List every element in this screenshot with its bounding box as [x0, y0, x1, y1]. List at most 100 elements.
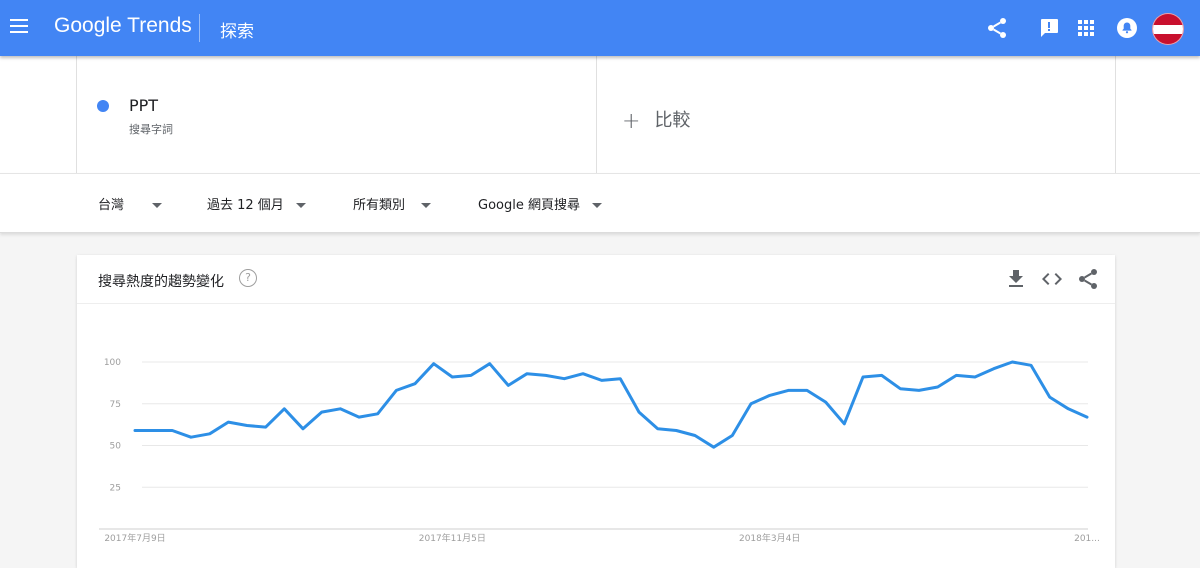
data-point[interactable] [972, 374, 978, 380]
data-point[interactable] [337, 406, 343, 412]
page-title: 探索 [220, 22, 254, 42]
data-point[interactable] [561, 376, 567, 382]
data-point[interactable] [953, 372, 959, 378]
x-tick-label: 2017年11月5日 [419, 532, 486, 544]
data-point[interactable] [580, 371, 586, 377]
card-title: 搜尋熱度的趨勢變化 [98, 274, 224, 290]
data-point[interactable] [897, 386, 903, 392]
data-point[interactable] [487, 361, 493, 367]
data-point[interactable] [169, 427, 175, 433]
trend-line-chart[interactable]: 25 50 75 100 2017年7月9日 2017年11月5日 2018年3月4日 201… [77, 303, 1115, 568]
region-value: 台灣 [98, 198, 125, 213]
data-point[interactable] [991, 366, 997, 372]
data-point[interactable] [841, 421, 847, 427]
data-point[interactable] [188, 434, 194, 440]
series-color-dot [97, 100, 109, 112]
apps-icon[interactable] [1074, 16, 1098, 40]
share-icon[interactable] [1076, 267, 1100, 291]
download-icon[interactable] [1004, 267, 1028, 291]
data-point[interactable] [393, 387, 399, 393]
series-line-ppt[interactable] [133, 360, 1089, 449]
data-point[interactable] [823, 399, 829, 405]
search-term-name[interactable]: PPT [129, 96, 158, 115]
help-icon[interactable]: ? [239, 269, 257, 287]
chevron-down-icon [152, 203, 163, 208]
data-point[interactable] [636, 409, 642, 415]
data-point[interactable] [431, 361, 437, 367]
plus-icon: + [622, 109, 641, 134]
search-type-dropdown[interactable]: Google 網頁搜尋 [478, 194, 603, 213]
data-point[interactable] [767, 392, 773, 398]
y-tick-label: 75 [110, 400, 121, 410]
category-dropdown[interactable]: 所有類別 [353, 194, 432, 213]
data-point[interactable] [785, 387, 791, 393]
y-tick-label: 25 [110, 483, 121, 493]
search-term-card: PPT 搜尋字詞 + 比較 [76, 56, 1116, 173]
data-point[interactable] [449, 374, 455, 380]
chevron-down-icon [421, 203, 432, 208]
data-point[interactable] [879, 372, 885, 378]
notifications-icon[interactable] [1115, 16, 1139, 40]
chevron-down-icon [592, 203, 603, 208]
region-dropdown[interactable]: 台灣 [98, 194, 163, 213]
feedback-icon[interactable] [1037, 16, 1061, 40]
chevron-down-icon [295, 203, 306, 208]
data-point[interactable] [711, 444, 717, 450]
data-point[interactable] [692, 432, 698, 438]
embed-icon[interactable] [1040, 267, 1064, 291]
data-point[interactable] [1047, 394, 1053, 400]
data-point[interactable] [617, 376, 623, 382]
search-term-panel: PPT 搜尋字詞 + 比較 [0, 56, 1200, 173]
data-point[interactable] [412, 381, 418, 387]
filter-bar: 台灣 過去 12 個月 所有類別 Google 網頁搜尋 [0, 173, 1200, 233]
data-point[interactable] [655, 426, 661, 432]
term-divider [596, 56, 597, 173]
category-value: 所有類別 [353, 198, 406, 213]
data-point[interactable] [356, 414, 362, 420]
y-tick-label: 100 [104, 358, 121, 368]
data-point[interactable] [599, 377, 605, 383]
account-avatar[interactable] [1152, 13, 1184, 45]
data-point[interactable] [319, 409, 325, 415]
data-point[interactable] [729, 432, 735, 438]
data-point[interactable] [300, 426, 306, 432]
compare-label: 比較 [654, 110, 691, 131]
data-point[interactable] [916, 387, 922, 393]
header-divider [199, 14, 200, 42]
compare-button[interactable]: + 比較 [622, 106, 690, 134]
x-tick-label: 2018年3月4日 [739, 532, 800, 544]
data-point[interactable] [935, 384, 941, 390]
data-point[interactable] [207, 431, 213, 437]
search-term-type: 搜尋字詞 [129, 123, 173, 136]
data-point[interactable] [524, 371, 530, 377]
data-point[interactable] [804, 387, 810, 393]
data-point[interactable] [543, 372, 549, 378]
data-point[interactable] [1028, 362, 1034, 368]
data-point[interactable] [225, 419, 231, 425]
data-point[interactable] [748, 401, 754, 407]
data-point[interactable] [1065, 406, 1071, 412]
data-point[interactable] [860, 374, 866, 380]
data-point[interactable] [1009, 359, 1015, 365]
card-header: 搜尋熱度的趨勢變化 ? [77, 255, 1115, 304]
data-point[interactable] [505, 382, 511, 388]
share-icon[interactable] [985, 16, 1009, 40]
google-trends-logo[interactable]: Google Trends [54, 14, 192, 38]
x-tick-label: 201... [1074, 534, 1100, 544]
x-tick-label: 2017年7月9日 [104, 532, 165, 544]
data-point[interactable] [132, 427, 138, 433]
menu-icon[interactable] [10, 19, 28, 33]
search-type-value: Google 網頁搜尋 [478, 198, 580, 213]
data-point[interactable] [263, 424, 269, 430]
y-tick-label: 50 [110, 442, 122, 452]
time-range-value: 過去 12 個月 [207, 198, 284, 213]
interest-over-time-card: 搜尋熱度的趨勢變化 ? 25 50 75 100 2017年7月9日 2017年11月5日… [77, 255, 1115, 568]
data-point[interactable] [673, 427, 679, 433]
time-range-dropdown[interactable]: 過去 12 個月 [207, 194, 306, 213]
data-point[interactable] [244, 422, 250, 428]
data-point[interactable] [1084, 414, 1090, 420]
data-point[interactable] [468, 372, 474, 378]
data-point[interactable] [281, 406, 287, 412]
data-point[interactable] [375, 411, 381, 417]
data-point[interactable] [151, 427, 157, 433]
